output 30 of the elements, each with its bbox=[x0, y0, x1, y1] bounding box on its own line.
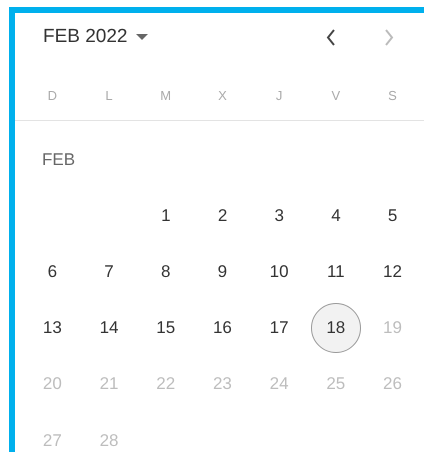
day-button[interactable]: 13 bbox=[27, 303, 78, 353]
weekday-label: V bbox=[331, 87, 340, 105]
day-button[interactable]: 14 bbox=[84, 303, 134, 353]
caret-icon bbox=[136, 34, 148, 40]
day-button[interactable]: 8 bbox=[140, 247, 191, 297]
weekday-label: M bbox=[160, 87, 172, 105]
day-button[interactable]: 15 bbox=[140, 303, 191, 353]
day-button[interactable]: 7 bbox=[84, 247, 134, 297]
day-button[interactable]: 16 bbox=[197, 303, 248, 353]
day-button[interactable]: 9 bbox=[197, 247, 248, 297]
day-button[interactable]: 3 bbox=[254, 191, 304, 241]
weekday-label: D bbox=[48, 87, 58, 105]
weekday-label: J bbox=[276, 87, 282, 105]
weekday-label: X bbox=[218, 87, 227, 105]
day-button[interactable]: 11 bbox=[310, 247, 361, 297]
day-button[interactable]: 2 bbox=[198, 191, 248, 241]
weekday-label: L bbox=[105, 87, 113, 105]
month-year-dropdown[interactable]: FEB 2022 bbox=[43, 26, 148, 48]
day-button[interactable]: 10 bbox=[254, 247, 304, 297]
month-label: FEB bbox=[42, 150, 76, 170]
day-button[interactable]: 6 bbox=[27, 247, 78, 297]
day-button[interactable]: 12 bbox=[367, 247, 418, 297]
weekday-label: S bbox=[388, 87, 397, 105]
day-button[interactable]: 4 bbox=[310, 191, 361, 241]
day-button[interactable]: 18 bbox=[310, 303, 361, 353]
day-button[interactable]: 5 bbox=[368, 191, 418, 241]
day-button[interactable]: 17 bbox=[254, 303, 304, 353]
chevron-icon bbox=[326, 28, 336, 46]
chevron-icon bbox=[384, 28, 394, 46]
day-button[interactable]: 1 bbox=[140, 191, 191, 241]
